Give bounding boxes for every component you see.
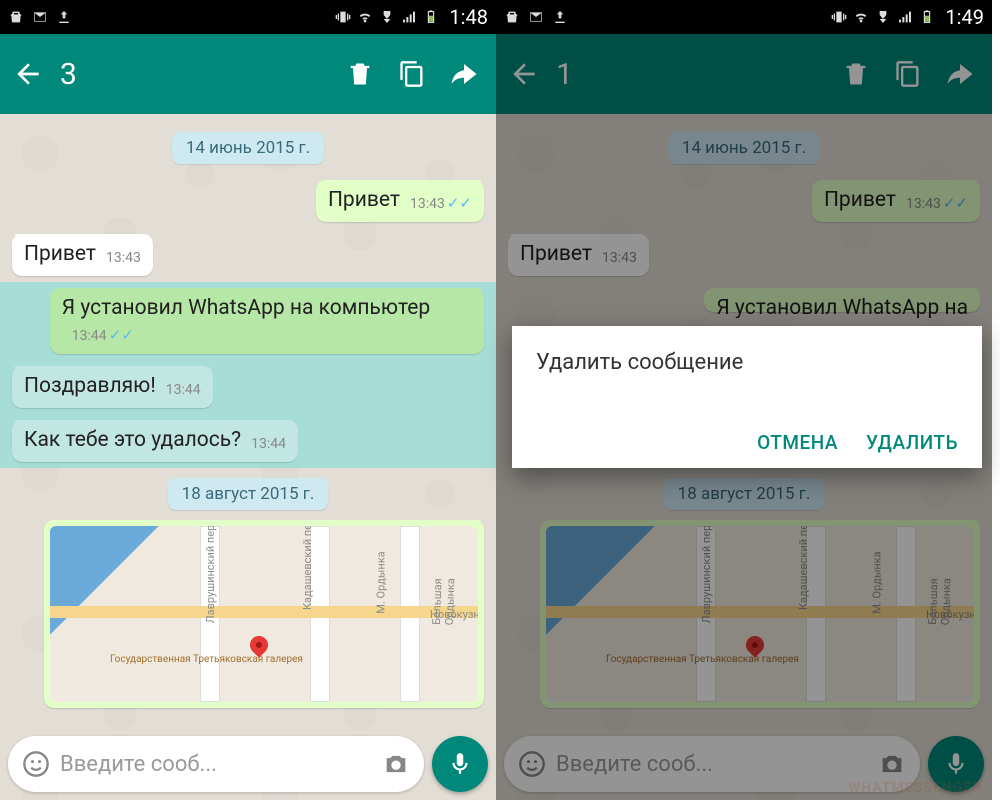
- phone-left: 1:48 3 14 июнь 2015 г. Привет13:43✓✓ При…: [0, 0, 496, 800]
- forward-button[interactable]: [444, 54, 484, 94]
- upload-icon: [56, 9, 72, 25]
- message-time: 13:44: [251, 436, 286, 452]
- gmail-icon: [528, 9, 544, 25]
- vibrate-icon: [831, 9, 847, 25]
- confirm-delete-button[interactable]: УДАЛИТЬ: [866, 431, 958, 454]
- selection-appbar: 3: [0, 34, 496, 114]
- back-arrow-icon[interactable]: [12, 58, 44, 90]
- message-row-selected[interactable]: Поздравляю! 13:44: [0, 360, 496, 414]
- input-placeholder: Введите сооб...: [60, 752, 217, 777]
- message-composer: Введите сооб...: [8, 736, 488, 792]
- dialog-title: Удалить сообщение: [536, 350, 958, 375]
- wifi-icon: [357, 9, 373, 25]
- read-ticks-icon: ✓✓: [109, 326, 134, 344]
- camera-icon[interactable]: [382, 750, 410, 778]
- message-time: 13:44: [166, 382, 201, 398]
- delete-button[interactable]: [340, 54, 380, 94]
- battery-icon: [423, 9, 439, 25]
- emoji-icon[interactable]: [22, 750, 50, 778]
- shopping-icon: [504, 9, 520, 25]
- voice-record-button[interactable]: [432, 736, 488, 792]
- read-ticks-icon: ✓✓: [447, 194, 472, 212]
- clock-time: 1:48: [449, 5, 488, 29]
- battery-icon: [919, 9, 935, 25]
- date-divider: 14 июнь 2015 г.: [172, 132, 324, 164]
- vibrate-icon: [335, 9, 351, 25]
- signal-icon: [401, 9, 417, 25]
- message-row-selected[interactable]: Я установил WhatsApp на компьютер 13:44✓✓: [0, 282, 496, 360]
- message-row[interactable]: Привет 13:43: [0, 228, 496, 282]
- data-icon: [379, 9, 395, 25]
- message-time: 13:43: [410, 196, 445, 212]
- location-message[interactable]: Лаврушинский пер. Кадашевский пер. М. Ор…: [44, 520, 484, 708]
- upload-icon: [552, 9, 568, 25]
- watermark-text: WHATMESSENGER: [848, 780, 982, 796]
- signal-icon: [897, 9, 913, 25]
- clock-time: 1:49: [945, 5, 984, 29]
- shopping-icon: [8, 9, 24, 25]
- copy-button[interactable]: [392, 54, 432, 94]
- date-divider: 18 август 2015 г.: [168, 478, 329, 510]
- message-time: 13:44: [72, 328, 107, 344]
- delete-dialog: Удалить сообщение ОТМЕНА УДАЛИТЬ: [512, 326, 982, 468]
- message-text: Как тебе это удалось?: [24, 428, 241, 452]
- message-row[interactable]: Привет 13:43✓✓: [0, 174, 496, 228]
- map-preview: Лаврушинский пер. Кадашевский пер. М. Ор…: [50, 526, 478, 702]
- gmail-icon: [32, 9, 48, 25]
- status-bar: 1:49: [496, 0, 992, 34]
- message-row-selected[interactable]: Как тебе это удалось? 13:44: [0, 414, 496, 468]
- message-text: Поздравляю!: [24, 374, 156, 398]
- cancel-button[interactable]: ОТМЕНА: [757, 431, 838, 454]
- message-time: 13:43: [106, 250, 141, 266]
- message-text: Привет: [24, 242, 96, 266]
- message-input[interactable]: Введите сооб...: [8, 736, 424, 792]
- message-text: Привет: [328, 188, 400, 212]
- data-icon: [875, 9, 891, 25]
- wifi-icon: [853, 9, 869, 25]
- selection-count: 3: [60, 57, 77, 92]
- phone-right: 1:49 1 14 июнь 2015 г. Привет13:43✓✓ При…: [496, 0, 992, 800]
- chat-area[interactable]: 14 июнь 2015 г. Привет13:43✓✓ Привет13:4…: [0, 114, 496, 800]
- message-text: Я установил WhatsApp на компьютер: [62, 296, 430, 320]
- status-bar: 1:48: [0, 0, 496, 34]
